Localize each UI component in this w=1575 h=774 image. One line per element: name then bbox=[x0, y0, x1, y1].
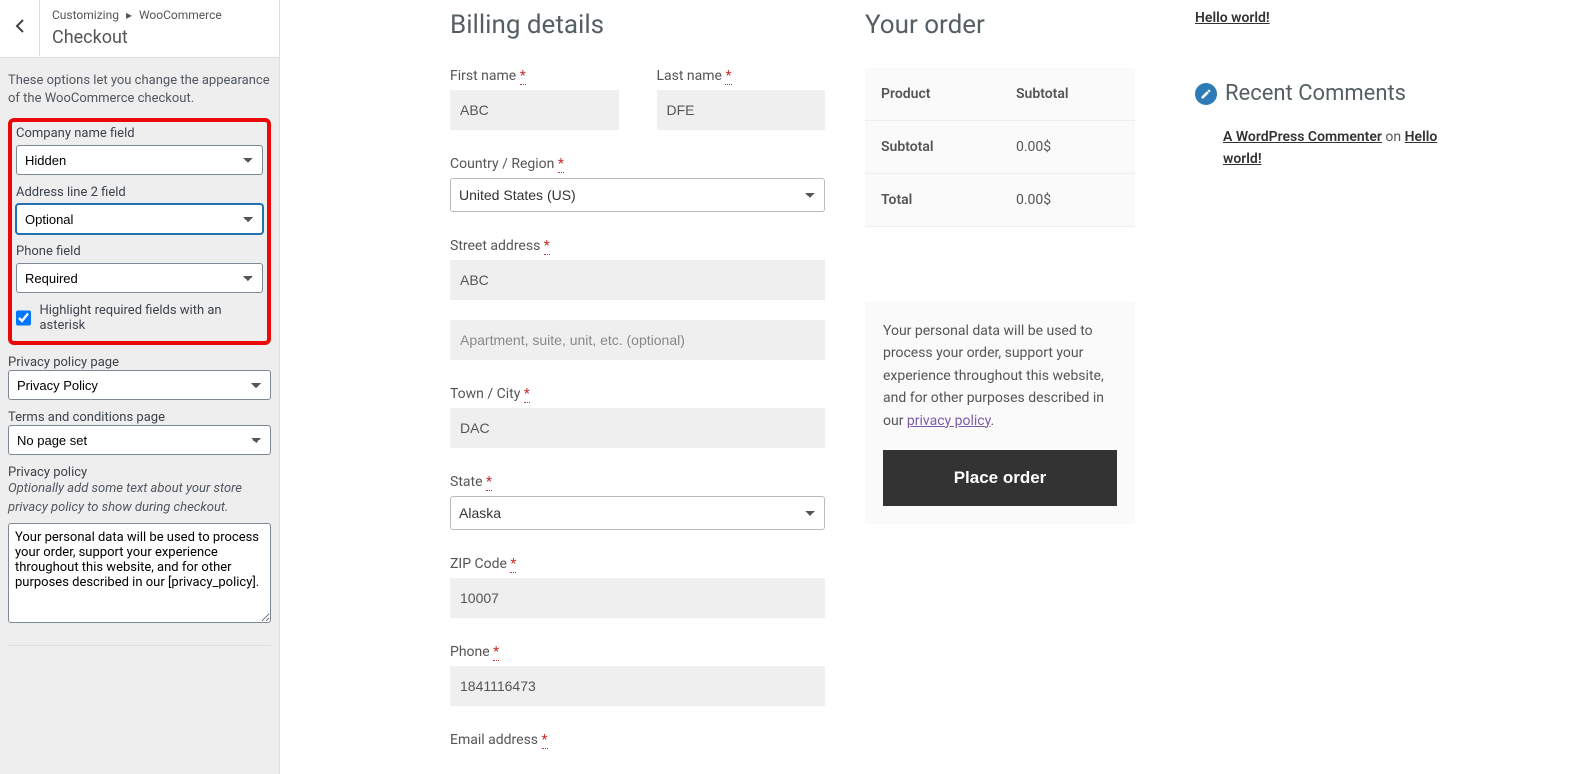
zip-label: ZIP Code * bbox=[450, 556, 825, 572]
sidebar-intro: These options let you change the appeara… bbox=[8, 72, 271, 108]
phone-label: Phone * bbox=[450, 644, 825, 660]
checkout-preview: Billing details First name * Last name *… bbox=[280, 0, 1575, 774]
privacy-page-label: Privacy policy page bbox=[8, 355, 119, 370]
company-field-select[interactable]: Hidden bbox=[16, 145, 263, 175]
highlighted-options-box: Company name field Hidden Address line 2… bbox=[8, 118, 271, 345]
zip-input[interactable] bbox=[450, 578, 825, 618]
privacy-notice: Your personal data will be used to proce… bbox=[865, 302, 1135, 524]
breadcrumb: Customizing ▸ WooCommerce Checkout bbox=[40, 0, 234, 57]
city-input[interactable] bbox=[450, 408, 825, 448]
crumb-separator: ▸ bbox=[126, 8, 132, 22]
highlight-required-label: Highlight required fields with an asteri… bbox=[39, 303, 263, 333]
country-label: Country / Region * bbox=[450, 156, 825, 172]
table-header-row: Product Subtotal bbox=[865, 68, 1135, 121]
privacy-policy-link[interactable]: privacy policy bbox=[907, 413, 991, 429]
commenter-link[interactable]: A WordPress Commenter bbox=[1223, 129, 1382, 145]
email-label: Email address * bbox=[450, 732, 825, 748]
privacy-section-label: Privacy policy bbox=[8, 465, 87, 480]
company-field-label: Company name field bbox=[16, 126, 263, 141]
first-name-input[interactable] bbox=[450, 90, 619, 130]
privacy-page-select[interactable]: Privacy Policy bbox=[8, 370, 271, 400]
phone-field-select[interactable]: Required bbox=[16, 263, 263, 293]
order-table: Product Subtotal Subtotal 0.00$ Total 0.… bbox=[865, 68, 1135, 227]
back-button[interactable] bbox=[0, 0, 40, 56]
last-name-label: Last name * bbox=[657, 68, 826, 84]
recent-comment-item: A WordPress Commenter on Hello world! bbox=[1195, 126, 1475, 171]
state-select[interactable]: Alaska bbox=[450, 496, 825, 530]
tc-page-select[interactable]: No page set bbox=[8, 425, 271, 455]
recent-comments-heading: Recent Comments bbox=[1195, 81, 1475, 106]
total-value: 0.00$ bbox=[1000, 174, 1135, 227]
tc-page-label: Terms and conditions page bbox=[8, 410, 165, 425]
addr2-field-label: Address line 2 field bbox=[16, 185, 263, 200]
addr2-input[interactable] bbox=[450, 320, 825, 360]
table-row: Total 0.00$ bbox=[865, 174, 1135, 227]
page-title: Checkout bbox=[52, 26, 222, 49]
comment-on-text: on bbox=[1382, 129, 1405, 145]
addr2-field-select[interactable]: Optional bbox=[16, 204, 263, 234]
table-row: Subtotal 0.00$ bbox=[865, 121, 1135, 174]
sidebar-header: Customizing ▸ WooCommerce Checkout bbox=[0, 0, 279, 58]
crumb-customizing: Customizing bbox=[52, 8, 119, 22]
city-label: Town / City * bbox=[450, 386, 825, 402]
pencil-icon bbox=[1195, 83, 1217, 105]
subtotal-header: Subtotal bbox=[1000, 68, 1135, 121]
phone-field-label: Phone field bbox=[16, 244, 263, 259]
state-label: State * bbox=[450, 474, 825, 490]
product-header: Product bbox=[865, 68, 1000, 121]
first-name-label: First name * bbox=[450, 68, 619, 84]
country-select[interactable]: United States (US) bbox=[450, 178, 825, 212]
subtotal-value: 0.00$ bbox=[1000, 121, 1135, 174]
street-label: Street address * bbox=[450, 238, 825, 254]
highlight-required-checkbox[interactable] bbox=[16, 310, 31, 326]
total-label: Total bbox=[865, 174, 1000, 227]
privacy-help-text: Optionally add some text about your stor… bbox=[8, 480, 271, 516]
sidebar-bottom-bar bbox=[8, 645, 271, 669]
hello-world-link[interactable]: Hello world! bbox=[1195, 10, 1270, 26]
place-order-button[interactable]: Place order bbox=[883, 450, 1117, 506]
billing-heading: Billing details bbox=[450, 10, 825, 40]
last-name-input[interactable] bbox=[657, 90, 826, 130]
subtotal-label: Subtotal bbox=[865, 121, 1000, 174]
crumb-woocommerce: WooCommerce bbox=[139, 8, 222, 22]
order-heading: Your order bbox=[865, 10, 1135, 40]
customizer-sidebar: Customizing ▸ WooCommerce Checkout These… bbox=[0, 0, 280, 774]
phone-input[interactable] bbox=[450, 666, 825, 706]
privacy-policy-textarea[interactable] bbox=[8, 523, 271, 623]
chevron-left-icon bbox=[15, 18, 25, 39]
recent-comments-title: Recent Comments bbox=[1225, 81, 1406, 106]
street-input[interactable] bbox=[450, 260, 825, 300]
